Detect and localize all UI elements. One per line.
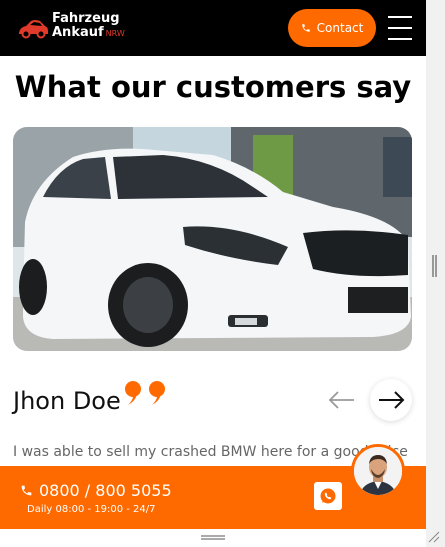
hamburger-icon <box>388 16 412 18</box>
page: Fahrzeug Ankauf NRW Contact What our cus… <box>0 0 426 547</box>
logo-line1: Fahrzeug <box>52 11 120 26</box>
previous-testimonial-button[interactable] <box>322 380 362 420</box>
whatsapp-button[interactable] <box>314 482 342 510</box>
phone-link[interactable]: 0800 / 800 5055 <box>20 481 172 500</box>
phone-icon <box>301 24 310 32</box>
section-title: What our customers say <box>14 70 412 104</box>
site-header: Fahrzeug Ankauf NRW Contact <box>0 0 426 56</box>
logo[interactable]: Fahrzeug Ankauf NRW <box>16 10 126 46</box>
whatsapp-icon <box>320 488 336 504</box>
resize-grip-icon[interactable] <box>428 531 440 543</box>
car-logo-icon <box>19 20 48 39</box>
next-testimonial-button[interactable] <box>370 379 412 421</box>
drag-handle[interactable] <box>201 535 225 540</box>
logo-suffix: NRW <box>105 29 125 38</box>
quote-icon <box>125 381 165 405</box>
person-avatar <box>354 447 402 495</box>
contact-button-label: Contact <box>316 21 364 35</box>
arrow-right-icon <box>379 391 405 409</box>
car-image <box>13 127 412 351</box>
logo-text: Fahrzeug Ankauf NRW <box>52 12 125 41</box>
opening-hours: Daily 08:00 - 19:00 - 24/7 <box>27 504 156 515</box>
hamburger-menu-button[interactable] <box>388 16 412 40</box>
arrow-left-icon <box>328 391 354 409</box>
testimonial-car-photo <box>13 127 412 351</box>
scrollbar-handle[interactable] <box>432 255 437 277</box>
contact-button[interactable]: Contact <box>288 9 376 47</box>
support-agent-avatar[interactable] <box>351 444 405 498</box>
testimonial-author: Jhon Doe <box>13 387 121 415</box>
phone-number: 0800 / 800 5055 <box>39 481 172 500</box>
logo-line2: Ankauf <box>52 25 104 40</box>
phone-icon <box>21 485 32 496</box>
